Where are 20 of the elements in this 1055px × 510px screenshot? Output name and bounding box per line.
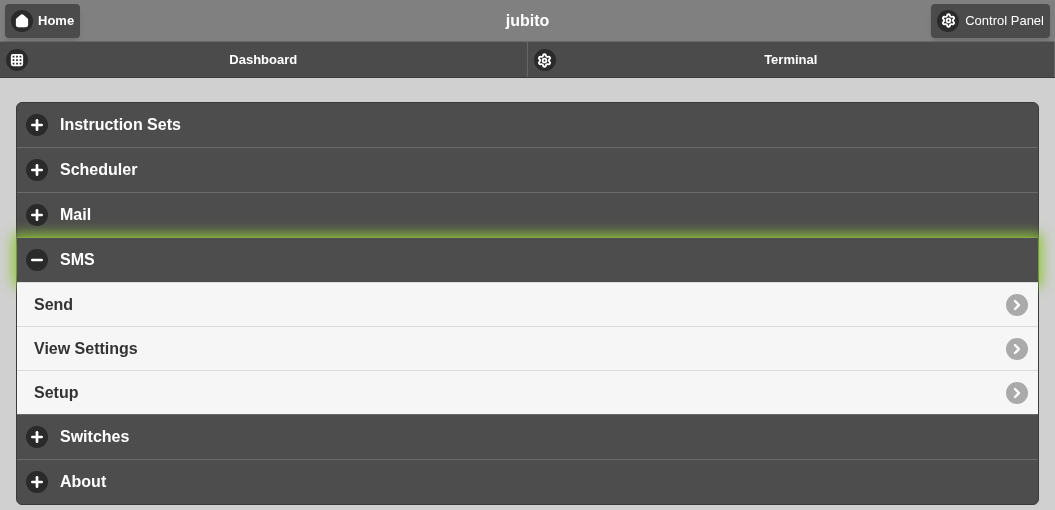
list-item[interactable]: Setup — [17, 370, 1038, 414]
list-item[interactable]: View Settings — [17, 326, 1038, 370]
settings-icon — [533, 49, 556, 71]
minus-icon — [26, 249, 48, 271]
chevron-right-icon — [1006, 293, 1028, 316]
plus-icon — [26, 471, 48, 493]
chevron-right-icon — [1006, 381, 1028, 404]
section-header[interactable]: SMS — [17, 238, 1038, 282]
plus-icon — [26, 114, 48, 136]
app-title: jubito — [505, 10, 550, 31]
settings-icon — [937, 9, 960, 32]
home-button[interactable]: Home — [5, 3, 81, 38]
list-item[interactable]: Send — [17, 282, 1038, 326]
plus-icon — [26, 159, 48, 181]
grid-icon — [6, 49, 28, 71]
plus-icon — [26, 204, 48, 226]
home-icon — [11, 9, 33, 32]
plus-icon — [26, 426, 48, 448]
chevron-right-icon — [1006, 337, 1028, 360]
control-panel-button[interactable]: Control Panel — [931, 3, 1050, 38]
